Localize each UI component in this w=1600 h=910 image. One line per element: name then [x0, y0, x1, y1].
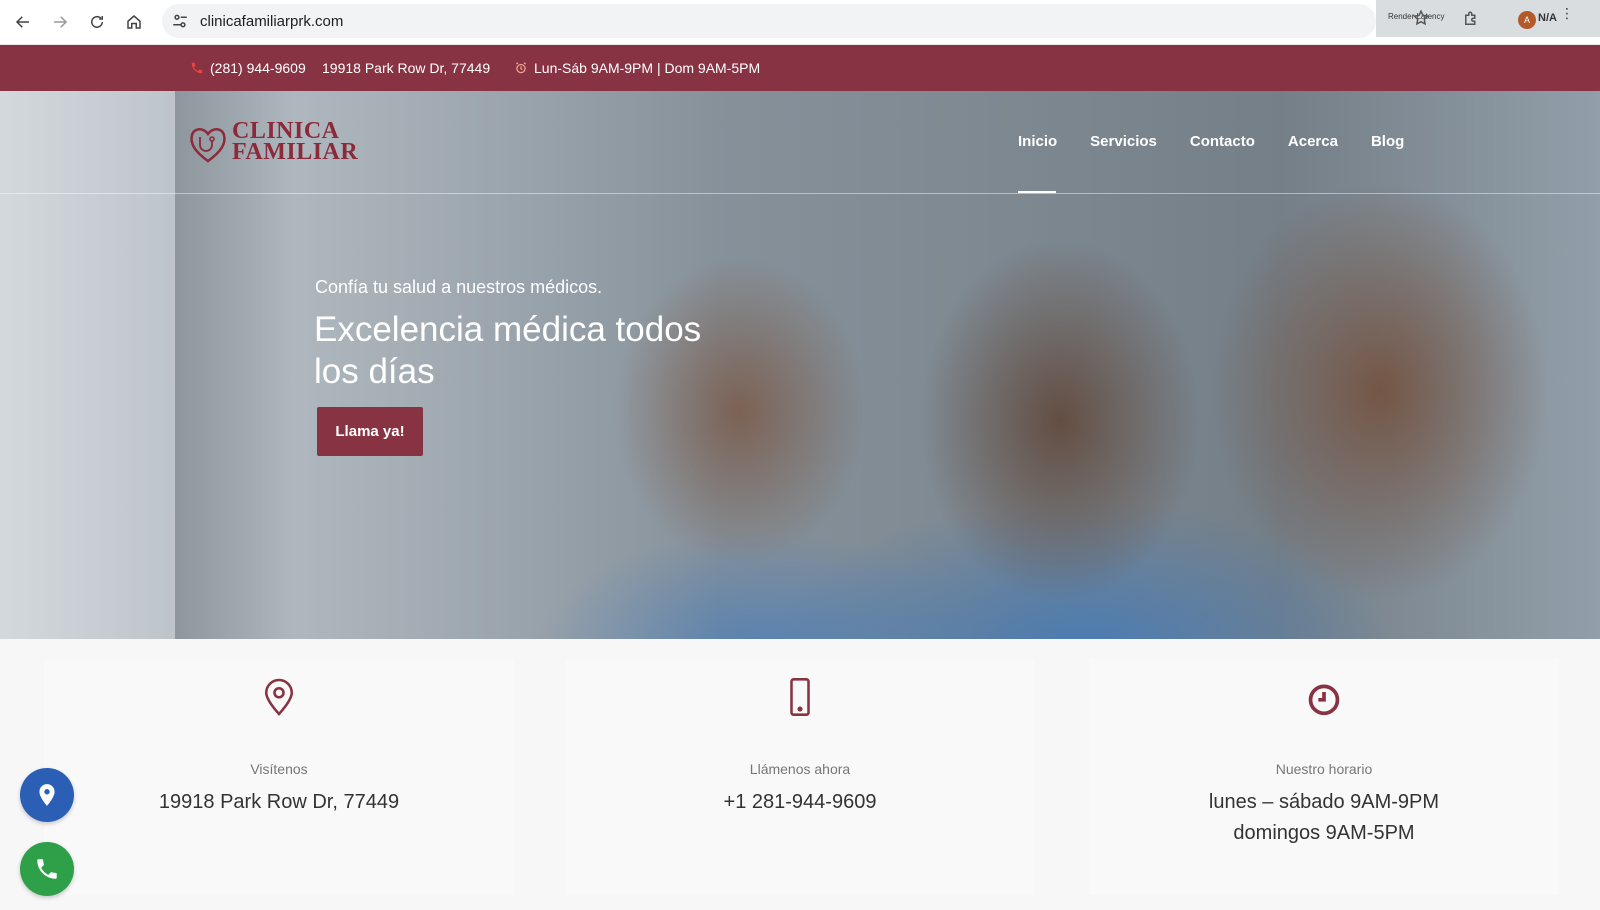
nav-contacto[interactable]: Contacto — [1190, 133, 1255, 150]
topbar-hours-text: Lun-Sáb 9AM-9PM | Dom 9AM-5PM — [534, 60, 761, 76]
main-navigation: Inicio Servicios Contacto Acerca Blog — [1018, 133, 1404, 150]
map-marker-icon — [39, 784, 55, 806]
info-section: Visítenos 19918 Park Row Dr, 77449 Lláme… — [0, 639, 1600, 910]
hero-section: CLINICA FAMILIAR Inicio Servicios Contac… — [0, 91, 1600, 639]
phone-icon — [191, 62, 203, 74]
reload-icon[interactable] — [84, 9, 110, 35]
call-phone[interactable]: +1 281-944-9609 — [565, 787, 1035, 818]
hero-title: Excelencia médica todos los días — [314, 310, 702, 391]
phone-handset-icon — [37, 859, 57, 879]
site-logo[interactable]: CLINICA FAMILIAR — [186, 119, 366, 167]
call-label: Llámenos ahora — [749, 761, 851, 777]
address-bar[interactable]: clinicafamiliarprk.com — [162, 4, 1376, 38]
forward-arrow-icon[interactable] — [47, 9, 73, 35]
call-now-button[interactable]: Llama ya! — [317, 407, 423, 456]
topbar-address: 19918 Park Row Dr, 77449 — [322, 60, 490, 76]
topbar-phone-text: (281) 944-9609 — [210, 60, 306, 76]
visit-card: Visítenos 19918 Park Row Dr, 77449 — [44, 659, 514, 895]
browser-toolbar: clinicafamiliarprk.com Render Latency A … — [0, 0, 1600, 45]
profile-status-text: N/A — [1538, 12, 1557, 24]
logo-wordmark: CLINICA FAMILIAR — [232, 119, 359, 165]
clock-icon — [1308, 684, 1340, 716]
extensions-area: Render Latency A N/A ⋮ — [1376, 0, 1600, 37]
logo-line-2: FAMILIAR — [232, 139, 359, 165]
browser-menu-icon[interactable]: ⋮ — [1560, 6, 1574, 28]
hours-sunday: domingos 9AM-5PM — [1233, 822, 1415, 844]
mobile-phone-icon — [790, 678, 810, 716]
visit-address: 19918 Park Row Dr, 77449 — [158, 791, 400, 813]
profile-avatar[interactable]: A — [1518, 11, 1536, 29]
visit-label: Visítenos — [250, 761, 308, 777]
call-card: Llámenos ahora +1 281-944-9609 — [565, 659, 1035, 895]
heart-stethoscope-icon — [190, 128, 226, 163]
hero-overlay — [0, 91, 1600, 639]
nav-blog[interactable]: Blog — [1371, 133, 1404, 150]
nav-inicio[interactable]: Inicio — [1018, 133, 1057, 150]
nav-acerca[interactable]: Acerca — [1288, 133, 1338, 150]
hours-card: Nuestro horario lunes – sábado 9AM-9PM d… — [1089, 659, 1559, 895]
hero-subtitle: Confía tu salud a nuestros médicos. — [315, 277, 603, 297]
extensions-puzzle-icon[interactable] — [1462, 10, 1480, 28]
floating-call-button[interactable] — [20, 842, 74, 896]
location-pin-icon — [264, 678, 294, 716]
contact-info-bar: (281) 944-9609 19918 Park Row Dr, 77449 … — [0, 45, 1600, 91]
hours-label: Nuestro horario — [1275, 761, 1373, 777]
site-settings-icon[interactable] — [171, 12, 189, 30]
alarm-clock-icon — [515, 62, 527, 74]
header-divider — [0, 193, 1600, 194]
home-icon[interactable] — [121, 9, 147, 35]
url-text[interactable]: clinicafamiliarprk.com — [200, 13, 343, 30]
nav-servicios[interactable]: Servicios — [1090, 133, 1157, 150]
hours-value: lunes – sábado 9AM-9PM domingos 9AM-5PM — [1089, 787, 1559, 849]
back-arrow-icon[interactable] — [10, 9, 36, 35]
topbar-phone[interactable]: (281) 944-9609 — [190, 60, 306, 76]
topbar-hours: Lun-Sáb 9AM-9PM | Dom 9AM-5PM — [514, 60, 760, 76]
topbar-address-text: 19918 Park Row Dr, 77449 — [322, 60, 491, 76]
floating-location-button[interactable] — [20, 768, 74, 822]
hours-weekday: lunes – sábado 9AM-9PM — [1208, 791, 1440, 813]
bookmark-star-icon[interactable] — [1412, 9, 1430, 27]
